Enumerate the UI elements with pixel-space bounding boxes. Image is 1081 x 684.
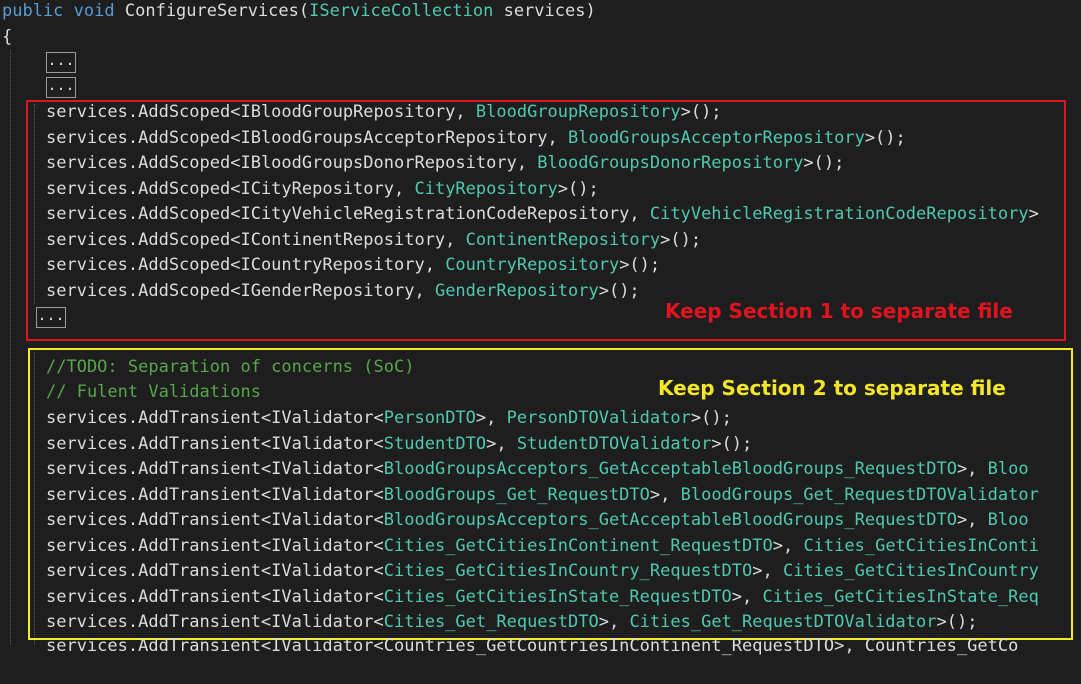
- method-name: ConfigureServices(: [124, 1, 310, 21]
- keyword-void: void: [73, 1, 115, 21]
- keyword-public: public: [2, 1, 64, 21]
- method-signature-line: public void ConfigureServices(IServiceCo…: [0, 0, 596, 24]
- todo-comment-line: //TODO: Separation of concerns (SoC): [0, 355, 414, 380]
- partial-code: services.AddTransient<IValidator<Countri…: [46, 636, 1019, 656]
- param-name: services): [493, 1, 596, 21]
- open-brace: {: [2, 27, 13, 47]
- indent-guide: [10, 50, 11, 645]
- collapsed-region-button[interactable]: ...: [46, 52, 76, 73]
- param-type: IServiceCollection: [309, 1, 494, 21]
- section2-note: Keep Section 2 to separate file: [658, 376, 1006, 400]
- open-brace-line: {: [0, 25, 20, 50]
- collapsed-region-button[interactable]: ...: [46, 77, 76, 98]
- partial-code-line: services.AddTransient<IValidator<Countri…: [0, 634, 1018, 659]
- validation-comment-line: // Fulent Validations: [0, 380, 261, 405]
- section1-note: Keep Section 1 to separate file: [665, 299, 1013, 323]
